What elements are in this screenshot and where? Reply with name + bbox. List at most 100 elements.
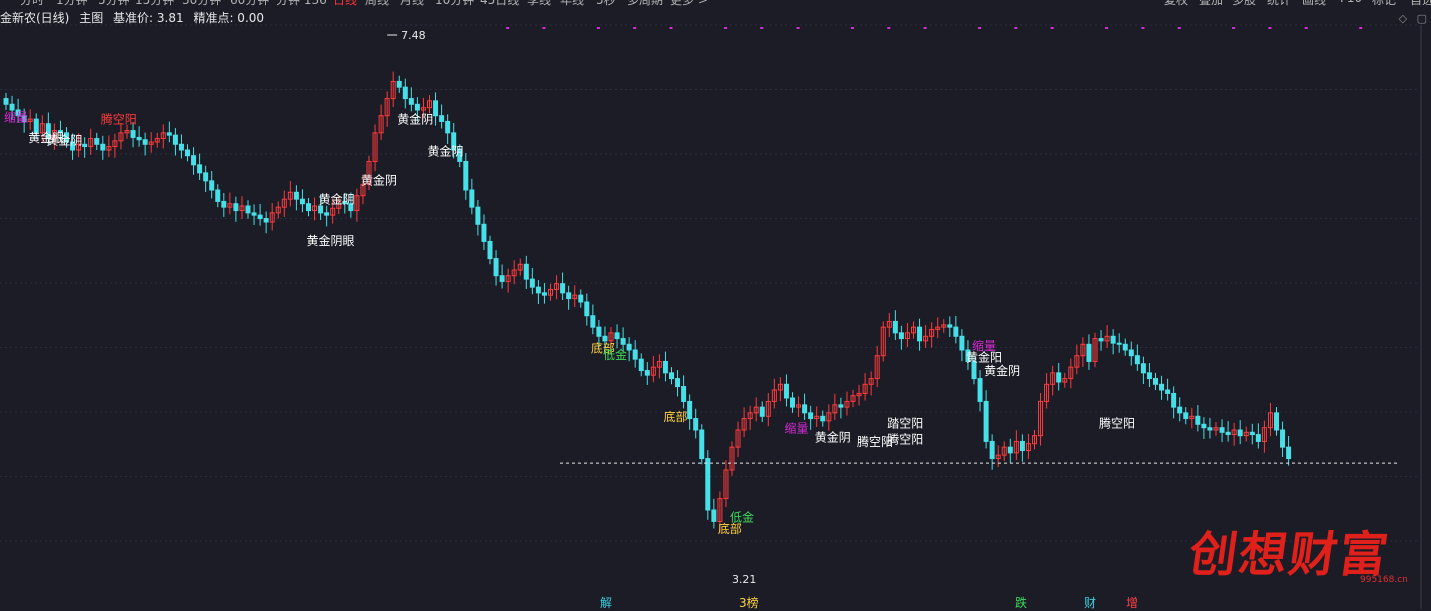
- candle-body: [560, 283, 566, 294]
- period-tab-7[interactable]: 日线: [333, 0, 357, 8]
- candle-body: [1280, 429, 1286, 448]
- candle-body: [614, 332, 620, 340]
- tool-button-1[interactable]: 叠加: [1199, 0, 1223, 8]
- candle-body: [414, 103, 420, 111]
- candle-body: [215, 189, 221, 202]
- candle-body: [1007, 446, 1013, 454]
- candle-body: [469, 189, 475, 208]
- tool-button-2[interactable]: 多股: [1232, 0, 1256, 8]
- stock-title: 金新农(日线): [0, 11, 70, 25]
- candle-body: [1201, 423, 1207, 429]
- candle-body: [493, 258, 499, 277]
- collapse-icon[interactable]: ▢: [1417, 12, 1427, 25]
- candle-body: [1098, 338, 1104, 342]
- period-tab-2[interactable]: 5分钟: [98, 0, 130, 8]
- signal-dot: [669, 27, 673, 29]
- signal-label-4: 黄金阴: [361, 172, 397, 187]
- candle-body: [959, 335, 965, 351]
- signal-label-20: 腾空阳: [1099, 416, 1135, 431]
- period-tab-14[interactable]: 5秒: [596, 0, 616, 8]
- period-tab-15[interactable]: 多周期: [627, 0, 663, 8]
- candle-body: [644, 370, 650, 376]
- period-tab-4[interactable]: 30分钟: [182, 0, 221, 8]
- signal-dot: [760, 27, 764, 29]
- signal-dot: [923, 27, 927, 29]
- period-toolbar: 分时 1分钟 5分钟 15分钟 30分钟 60分钟 分钟 136 日线 周线 月线 10分钟 45日线…: [0, 0, 1431, 8]
- candle-body: [681, 386, 687, 402]
- candle-body: [1225, 431, 1231, 436]
- candle-body: [675, 378, 681, 388]
- candle-body: [1134, 355, 1140, 365]
- candle-body: [463, 160, 469, 191]
- candle-body: [705, 458, 711, 511]
- candle-body: [566, 292, 572, 300]
- period-tab-12[interactable]: 季线: [527, 0, 551, 8]
- tool-button-5[interactable]: F10: [1340, 0, 1362, 5]
- signal-dot: [633, 27, 637, 29]
- candle-body: [596, 326, 602, 337]
- candle-body: [245, 205, 251, 214]
- candle-body: [481, 223, 487, 242]
- signal-dot: [542, 27, 546, 29]
- signal-label-12: 缩量: [784, 420, 808, 435]
- period-tab-11[interactable]: 45日线: [480, 0, 519, 8]
- period-tab-1[interactable]: 1分钟: [56, 0, 88, 8]
- signal-label-19: 黄金阴: [984, 363, 1020, 378]
- signal-dot: [1014, 27, 1018, 29]
- signal-dot: [1105, 27, 1109, 29]
- tool-button-0[interactable]: 复权: [1164, 0, 1188, 8]
- period-tab-0[interactable]: 分时: [20, 0, 44, 8]
- period-tab-16[interactable]: 更多 >: [670, 0, 708, 8]
- candle-body: [1207, 427, 1213, 431]
- precision-point: 精准点: 0.00: [193, 11, 265, 25]
- candle-body: [487, 240, 493, 260]
- candle-body: [989, 440, 995, 460]
- signal-label-11: 底部: [663, 409, 687, 424]
- signal-label-7: 黄金阴: [397, 112, 433, 127]
- candle-body: [602, 335, 608, 342]
- signal-label-0: 缩量: [4, 109, 28, 124]
- candle-body: [632, 349, 638, 360]
- tool-button-3[interactable]: 统计: [1267, 0, 1291, 8]
- main-chart-label[interactable]: 主图: [79, 11, 103, 25]
- period-tab-3[interactable]: 15分钟: [135, 0, 174, 8]
- signal-label-18: 黄金阳: [966, 349, 1002, 364]
- candle-body: [9, 103, 15, 111]
- signal-label-5: 黄金阴: [319, 192, 355, 207]
- signal-dot: [978, 27, 982, 29]
- period-tab-5[interactable]: 60分钟: [230, 0, 269, 8]
- period-tab-13[interactable]: 年线: [560, 0, 584, 8]
- candle-body: [1219, 427, 1225, 433]
- candle-body: [802, 404, 808, 414]
- period-tab-10[interactable]: 10分钟: [435, 0, 474, 8]
- candle-body: [233, 203, 239, 212]
- period-tab-9[interactable]: 月线: [400, 0, 424, 8]
- low-price-label: 3.21: [732, 573, 757, 586]
- period-tab-6[interactable]: 分钟 136: [276, 0, 327, 8]
- candle-body: [1122, 343, 1128, 351]
- candle-body: [1171, 392, 1177, 408]
- tool-button-4[interactable]: 画线: [1302, 0, 1326, 8]
- signal-dot: [596, 27, 600, 29]
- signal-label-16: 腾空阳: [887, 432, 923, 447]
- candle-body: [541, 292, 547, 296]
- signal-label-8: 黄金阴: [428, 144, 464, 159]
- signal-dot: [796, 27, 800, 29]
- candle-body: [662, 360, 668, 374]
- tool-button-7[interactable]: 自选: [1410, 0, 1431, 8]
- candle-body: [142, 139, 148, 145]
- candle-body: [293, 191, 299, 200]
- diamond-icon[interactable]: ◇: [1399, 12, 1407, 25]
- high-price-label: 7.48: [401, 29, 426, 42]
- signal-label-13: 黄金阴: [815, 429, 851, 444]
- candle-body: [251, 212, 257, 216]
- tool-button-6[interactable]: 标记: [1372, 0, 1396, 8]
- candle-body: [1159, 383, 1165, 391]
- candle-body: [221, 200, 227, 208]
- candle-body: [203, 172, 209, 182]
- candle-body: [711, 509, 717, 522]
- period-tab-8[interactable]: 周线: [365, 0, 389, 8]
- signal-tag-3: 财: [1084, 596, 1097, 610]
- signal-tag-0: 解: [600, 596, 613, 610]
- candle-body: [178, 143, 184, 151]
